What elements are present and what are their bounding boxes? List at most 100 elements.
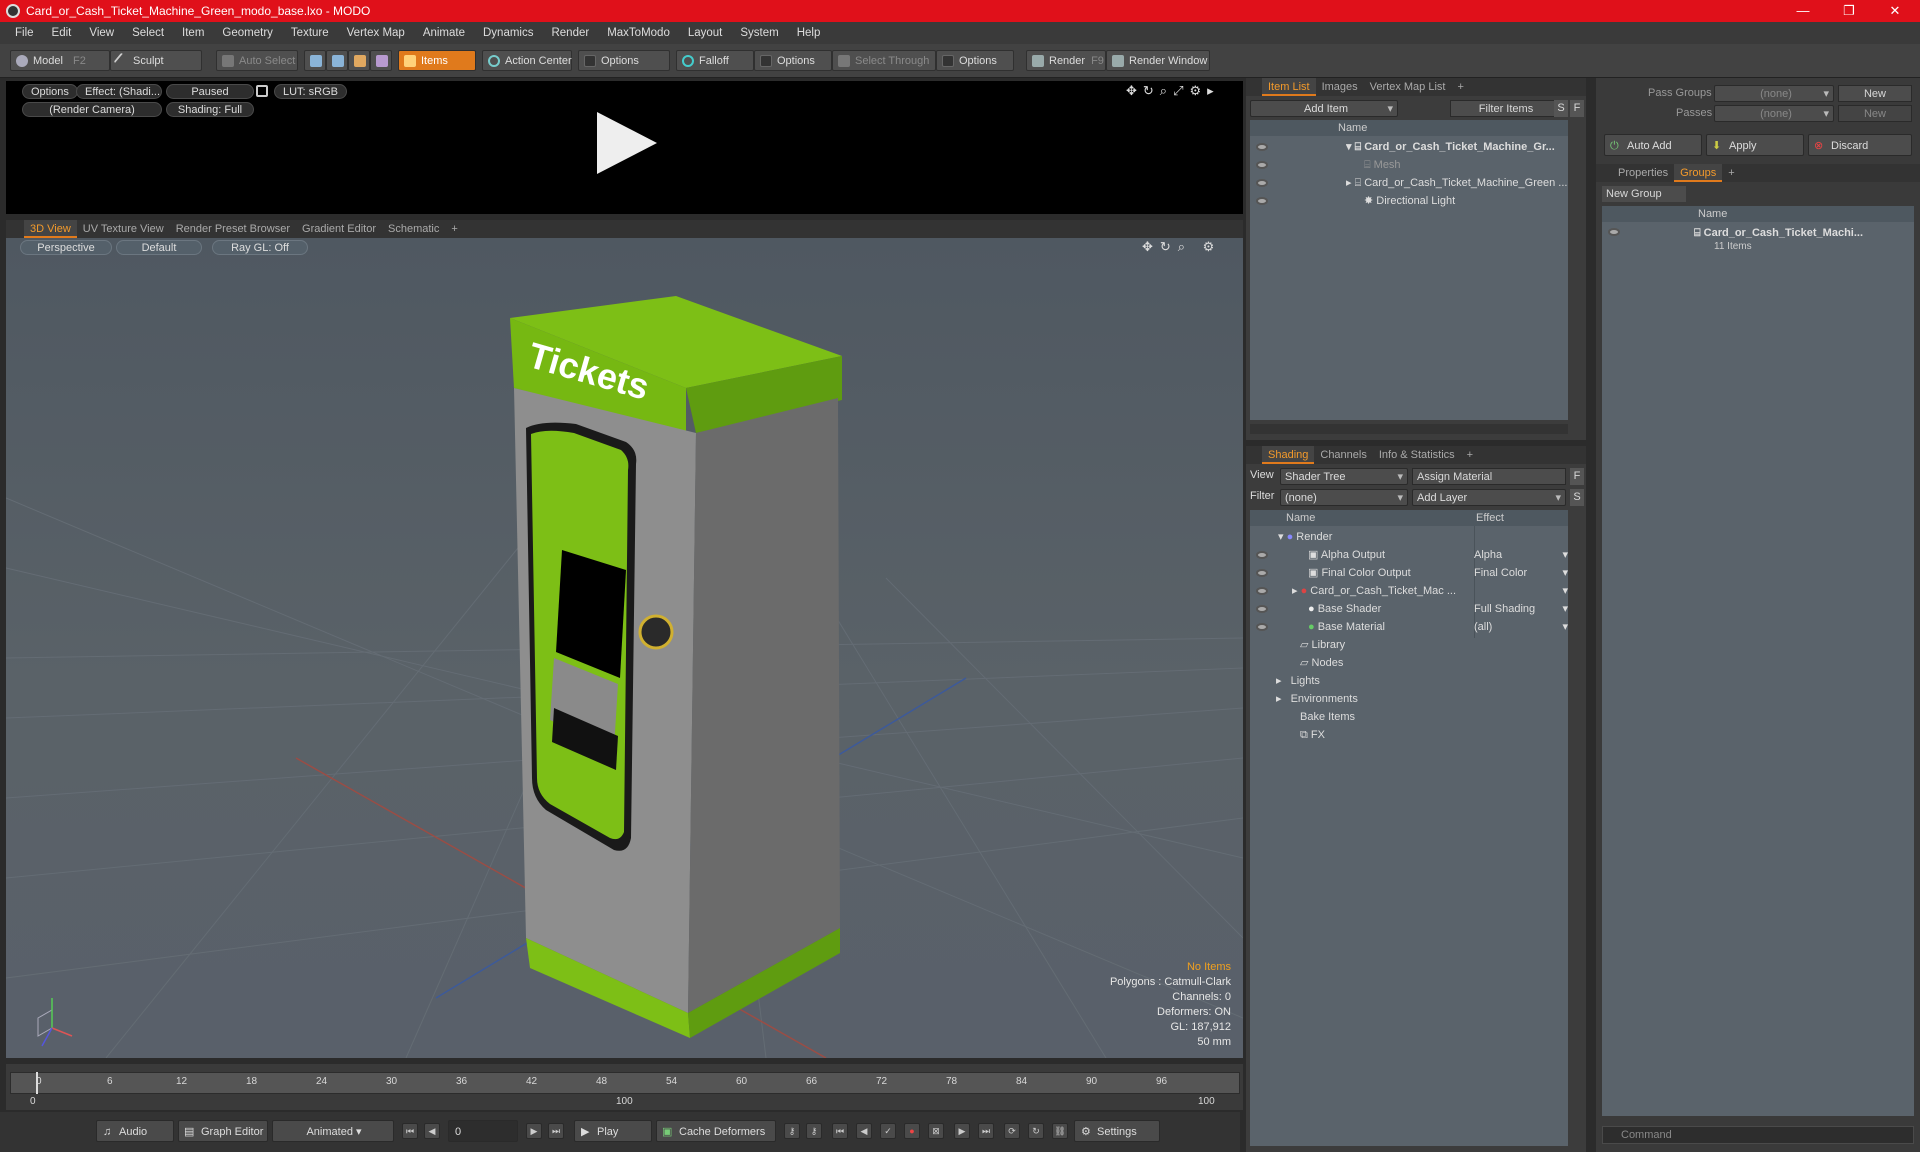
cache-deformers-button[interactable]: ▣ Cache Deformers xyxy=(656,1120,776,1142)
set-key-icon[interactable]: ✓ xyxy=(880,1123,896,1139)
new-pass-button[interactable]: New xyxy=(1838,105,1912,122)
filter-f-button[interactable]: F xyxy=(1570,100,1584,117)
preview-shading-dropdown[interactable]: Shading: Full xyxy=(166,102,254,117)
add-item-dropdown[interactable]: Add Item xyxy=(1250,100,1398,118)
base-material-effect[interactable]: (all) ▾ xyxy=(1474,618,1570,636)
menu-maxtomodo[interactable]: MaxToModo xyxy=(598,27,679,39)
passes-dropdown[interactable]: (none) xyxy=(1714,105,1834,123)
shading-filter-dropdown[interactable]: (none) xyxy=(1280,489,1408,507)
style-dropdown[interactable]: Default xyxy=(116,240,202,255)
filter-items-input[interactable]: Filter Items xyxy=(1450,100,1562,117)
material-group-effect[interactable]: ▾ xyxy=(1474,582,1570,600)
menu-select[interactable]: Select xyxy=(123,27,173,39)
render-button[interactable]: Render F9 xyxy=(1026,50,1106,71)
menu-view[interactable]: View xyxy=(80,27,123,39)
menu-render[interactable]: Render xyxy=(542,27,598,39)
tab-uv-texture-view[interactable]: UV Texture View xyxy=(77,220,170,238)
items-mode-button[interactable]: Items xyxy=(398,50,476,71)
base-shader-effect[interactable]: Full Shading ▾ xyxy=(1474,600,1570,618)
discard-button[interactable]: ⊗ Discard xyxy=(1808,134,1912,156)
item-row-model[interactable]: ▸ ⌸ Card_or_Cash_Ticket_Machine_Green ..… xyxy=(1346,174,1568,192)
shader-row-material-group[interactable]: ▸ ● Card_or_Cash_Ticket_Mac ... xyxy=(1292,582,1474,600)
auto-select-button[interactable]: Auto Select xyxy=(216,50,298,71)
new-pass-group-button[interactable]: New xyxy=(1838,85,1912,102)
visibility-eye-icon[interactable] xyxy=(1256,161,1268,169)
add-layer-dropdown[interactable]: Add Layer xyxy=(1412,489,1566,507)
model-mode-button[interactable]: Model F2 xyxy=(10,50,110,71)
preview-effect-dropdown[interactable]: Effect: (Shadi... xyxy=(76,84,162,99)
next-key-icon[interactable]: ⏭ xyxy=(978,1123,994,1139)
preview-nav-icons[interactable]: ✥↻⌕⤢⚙▸ xyxy=(1126,83,1220,99)
menu-file[interactable]: File xyxy=(6,27,43,39)
visibility-eye-icon[interactable] xyxy=(1256,179,1268,187)
3d-viewport[interactable]: Tickets Perspective Default Ray GL: Off … xyxy=(6,238,1243,1058)
shader-row-bake-items[interactable]: Bake Items xyxy=(1300,708,1355,726)
shader-row-render[interactable]: ▾ ● Render xyxy=(1278,528,1332,546)
tab-shading[interactable]: Shading xyxy=(1262,446,1315,464)
visibility-eye-icon[interactable] xyxy=(1256,623,1268,631)
settings-button[interactable]: ⚙ Settings xyxy=(1074,1120,1160,1142)
menu-system[interactable]: System xyxy=(731,27,787,39)
final-color-effect[interactable]: Final Color ▾ xyxy=(1474,564,1570,582)
shader-row-environments[interactable]: ▸ Environments xyxy=(1276,690,1358,708)
current-frame-input[interactable]: 0 xyxy=(448,1120,518,1142)
vertex-mode-button[interactable] xyxy=(304,50,326,71)
select-through-button[interactable]: Select Through xyxy=(832,50,936,71)
step-forward-icon[interactable]: ▶ xyxy=(526,1123,542,1139)
prev-key-alt-icon[interactable]: ◀ xyxy=(856,1123,872,1139)
visibility-eye-icon[interactable] xyxy=(1256,605,1268,613)
add-tab-button[interactable]: + xyxy=(1722,164,1740,182)
tab-vertex-map-list[interactable]: Vertex Map List xyxy=(1364,78,1452,96)
refresh-icon[interactable]: ↻ xyxy=(1028,1123,1044,1139)
tab-groups[interactable]: Groups xyxy=(1674,164,1723,182)
add-tab-button[interactable]: + xyxy=(1451,78,1469,96)
preview-options-button[interactable]: Options xyxy=(22,84,78,99)
tab-properties[interactable]: Properties xyxy=(1612,164,1674,182)
shading-f-button[interactable]: F xyxy=(1570,468,1584,485)
tab-item-list[interactable]: Item List xyxy=(1262,78,1316,96)
record-icon[interactable]: ● xyxy=(904,1123,920,1139)
visibility-eye-icon[interactable] xyxy=(1256,587,1268,595)
tab-info-statistics[interactable]: Info & Statistics xyxy=(1373,446,1461,464)
raygl-dropdown[interactable]: Ray GL: Off xyxy=(212,240,308,255)
select-through-options-button[interactable]: Options xyxy=(936,50,1014,71)
add-tab-button[interactable]: + xyxy=(1461,446,1479,464)
falloff-options-button[interactable]: Options xyxy=(754,50,832,71)
shader-row-alpha-output[interactable]: ▣ Alpha Output xyxy=(1308,546,1385,564)
alpha-output-effect[interactable]: Alpha ▾ xyxy=(1474,546,1570,564)
visibility-eye-icon[interactable] xyxy=(1256,569,1268,577)
menu-animate[interactable]: Animate xyxy=(414,27,474,39)
link-icon[interactable]: ⛓ xyxy=(1052,1123,1068,1139)
menu-help[interactable]: Help xyxy=(788,27,830,39)
item-row-directional-light[interactable]: ✸ Directional Light xyxy=(1364,192,1455,210)
preview-paused-button[interactable]: Paused xyxy=(166,84,254,99)
action-center-button[interactable]: Action Center xyxy=(482,50,572,71)
tab-gradient-editor[interactable]: Gradient Editor xyxy=(296,220,382,238)
go-to-end-icon[interactable]: ⏭ xyxy=(548,1123,564,1139)
item-row-root[interactable]: ▾ ⌸ Card_or_Cash_Ticket_Machine_Gr... xyxy=(1346,138,1568,156)
menu-texture[interactable]: Texture xyxy=(282,27,338,39)
projection-dropdown[interactable]: Perspective xyxy=(20,240,112,255)
timeline[interactable]: 0 6 12 18 24 30 36 42 48 54 60 66 72 78 … xyxy=(6,1064,1243,1110)
go-to-start-icon[interactable]: ⏮ xyxy=(402,1123,418,1139)
preview-camera-dropdown[interactable]: (Render Camera) xyxy=(22,102,162,117)
visibility-eye-icon[interactable] xyxy=(1256,143,1268,151)
action-center-options-button[interactable]: Options xyxy=(578,50,670,71)
shader-row-library[interactable]: ▱ Library xyxy=(1300,636,1345,654)
tab-channels[interactable]: Channels xyxy=(1314,446,1372,464)
render-window-button[interactable]: Render Window xyxy=(1106,50,1210,71)
animated-dropdown[interactable]: Animated ▾ xyxy=(272,1120,394,1142)
menu-geometry[interactable]: Geometry xyxy=(213,27,282,39)
audio-button[interactable]: ♫ Audio xyxy=(96,1120,174,1142)
tab-3d-view[interactable]: 3D View xyxy=(24,220,77,238)
item-list-scrollbar[interactable] xyxy=(1250,424,1568,434)
menu-layout[interactable]: Layout xyxy=(679,27,732,39)
menu-dynamics[interactable]: Dynamics xyxy=(474,27,542,39)
play-button[interactable]: ▶ Play xyxy=(574,1120,652,1142)
lock-icon[interactable] xyxy=(256,85,268,97)
shader-row-base-shader[interactable]: ● Base Shader xyxy=(1308,600,1381,618)
edge-mode-button[interactable] xyxy=(326,50,348,71)
tab-images[interactable]: Images xyxy=(1316,78,1364,96)
key-all-icon[interactable]: ⚷ xyxy=(806,1123,822,1139)
falloff-button[interactable]: Falloff xyxy=(676,50,754,71)
